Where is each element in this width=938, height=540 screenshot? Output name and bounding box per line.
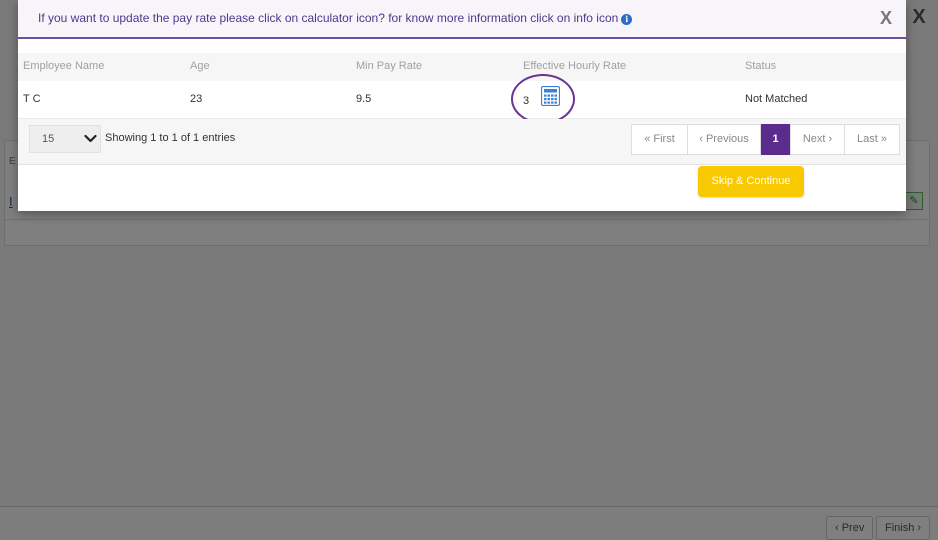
info-icon[interactable]: i <box>621 14 633 25</box>
modal-message: If you want to update the pay rate pleas… <box>38 11 633 25</box>
cell-status: Not Matched <box>745 93 808 105</box>
page-size-value: 15 <box>42 133 55 145</box>
cell-min-pay-rate: 9.5 <box>356 93 372 105</box>
cell-effective-hourly-rate: 3 <box>511 74 575 124</box>
effective-hourly-rate-value: 3 <box>523 95 530 107</box>
column-header-min-pay-rate[interactable]: Min Pay Rate <box>356 60 422 72</box>
close-icon[interactable]: X <box>876 8 896 28</box>
previous-page-button[interactable]: ‹ Previous <box>687 124 761 155</box>
cell-employee-name: T C <box>23 93 41 105</box>
modal-header: If you want to update the pay rate pleas… <box>18 0 906 39</box>
next-page-button[interactable]: Next › <box>790 124 845 155</box>
skip-continue-button[interactable]: Skip & Continue <box>698 166 804 197</box>
table-header: Employee Name Age Min Pay Rate Effective… <box>18 53 906 81</box>
page-1-button[interactable]: 1 <box>761 124 790 155</box>
column-header-status[interactable]: Status <box>745 60 776 72</box>
entries-info: Showing 1 to 1 of 1 entries <box>105 132 236 144</box>
column-header-effective-hourly-rate[interactable]: Effective Hourly Rate <box>523 60 626 72</box>
first-page-button[interactable]: « First <box>631 124 688 155</box>
chevron-down-icon <box>84 132 97 148</box>
cell-age: 23 <box>190 93 203 105</box>
table-row: T C 23 9.5 Not Matched <box>18 81 906 119</box>
last-page-button[interactable]: Last » <box>844 124 900 155</box>
calculator-icon[interactable] <box>540 85 561 111</box>
column-header-employee-name[interactable]: Employee Name <box>23 60 104 72</box>
modal-message-text: If you want to update the pay rate pleas… <box>38 11 619 25</box>
page-size-select[interactable]: 15 <box>29 125 101 153</box>
column-header-age[interactable]: Age <box>190 60 210 72</box>
pay-rate-modal: If you want to update the pay rate pleas… <box>18 0 906 211</box>
